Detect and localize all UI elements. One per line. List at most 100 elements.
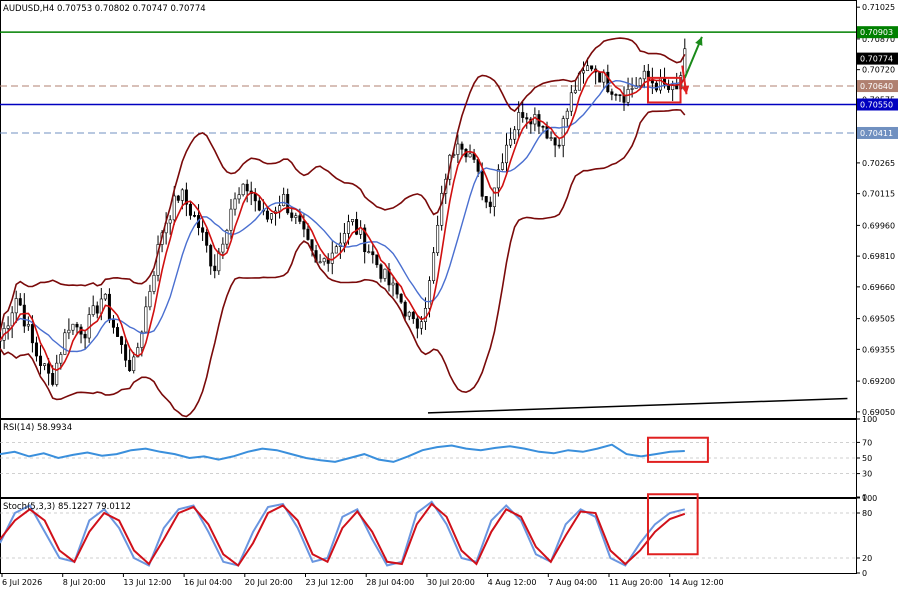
candle <box>403 301 407 317</box>
candle <box>610 91 614 95</box>
level-tag-label: 0.70903 <box>860 28 893 37</box>
candle <box>168 219 172 224</box>
x-tick-label: 23 Jul 12:00 <box>306 578 354 587</box>
level-tag-label: 0.70640 <box>860 82 893 91</box>
candle <box>614 94 618 96</box>
candle <box>269 213 273 220</box>
candle <box>630 88 634 90</box>
candle <box>573 89 577 94</box>
candle <box>290 212 294 218</box>
candle <box>221 243 225 253</box>
level-tag-label: 0.70774 <box>860 55 893 64</box>
candle <box>128 359 132 371</box>
y-tick-label: 70 <box>862 438 872 447</box>
candle <box>371 251 375 256</box>
candle <box>399 293 403 303</box>
trading-chart[interactable]: 0.710250.708700.707200.705750.704250.702… <box>0 0 900 593</box>
background <box>0 0 900 593</box>
x-tick-label: 14 Aug 12:00 <box>670 578 724 587</box>
candle <box>209 245 213 267</box>
candle <box>355 219 359 235</box>
candle <box>22 304 26 327</box>
candle <box>67 329 71 334</box>
candle <box>172 195 176 221</box>
y-tick-label: 0.70115 <box>862 190 895 199</box>
y-tick-label: 0.69660 <box>862 283 895 292</box>
candle <box>278 205 282 212</box>
candle <box>525 117 529 120</box>
y-tick-label: 20 <box>862 554 872 563</box>
candle <box>322 258 326 263</box>
candle <box>436 224 440 254</box>
candle <box>411 311 415 320</box>
candle <box>201 227 205 233</box>
candle <box>456 143 460 155</box>
candle <box>638 78 642 87</box>
candle <box>561 118 565 146</box>
indicator-title: Stoch(5,3,3) 85.1227 79.0112 <box>3 502 131 512</box>
candle <box>55 362 59 385</box>
x-tick-label: 11 Aug 20:00 <box>609 578 663 587</box>
candle <box>598 71 602 83</box>
candle <box>140 331 144 348</box>
candle <box>351 219 355 223</box>
candle <box>391 282 395 286</box>
candle <box>111 319 115 328</box>
x-tick-label: 16 Jul 04:00 <box>184 578 232 587</box>
x-tick-label: 20 Jul 20:00 <box>245 578 293 587</box>
candle <box>342 233 346 244</box>
candle <box>6 325 10 329</box>
candle <box>302 221 306 230</box>
candle <box>496 169 500 189</box>
candle <box>553 137 557 146</box>
candle <box>47 363 51 374</box>
candle <box>513 129 517 140</box>
candle <box>176 195 180 201</box>
candle <box>233 198 237 210</box>
candle <box>375 254 379 266</box>
candle <box>180 189 184 201</box>
candle <box>205 231 209 246</box>
candle <box>14 298 18 314</box>
candle <box>658 77 662 91</box>
y-tick-label: 0.69200 <box>862 377 895 386</box>
candle <box>245 183 249 192</box>
candle <box>63 332 67 355</box>
candle <box>229 208 233 231</box>
y-tick-label: 80 <box>862 509 872 518</box>
candle <box>383 268 387 279</box>
y-tick-label: 0.69355 <box>862 345 895 354</box>
candle <box>484 196 488 203</box>
candle <box>407 311 411 317</box>
level-tag-label: 0.70411 <box>860 129 893 138</box>
candle <box>468 153 472 158</box>
candle <box>419 321 423 329</box>
candle <box>533 114 537 125</box>
x-tick-label: 7 Aug 04:00 <box>548 578 597 587</box>
y-tick-label: 0.70720 <box>862 66 895 75</box>
x-tick-label: 6 Jul 2026 <box>2 578 42 587</box>
candle <box>241 183 245 196</box>
x-tick-label: 8 Jul 20:00 <box>63 578 106 587</box>
x-tick-label: 13 Jul 12:00 <box>123 578 171 587</box>
candle <box>586 65 590 71</box>
level-tag-label: 0.70550 <box>860 101 893 110</box>
candle <box>30 324 34 344</box>
candle <box>346 221 350 234</box>
chart-root: 0.710250.708700.707200.705750.704250.702… <box>0 0 900 593</box>
candle <box>428 280 432 309</box>
candle <box>415 318 419 329</box>
candle <box>10 312 14 327</box>
candle <box>306 228 310 240</box>
candle <box>294 215 298 218</box>
candle <box>569 92 573 112</box>
y-tick-label: 0.71025 <box>862 3 895 12</box>
candle <box>59 354 63 364</box>
x-tick-label: 28 Jul 04:00 <box>366 578 414 587</box>
y-tick-label: 0.69960 <box>862 221 895 230</box>
candle <box>34 342 38 357</box>
candle <box>265 210 269 220</box>
candle <box>120 336 124 345</box>
y-tick-label: 50 <box>862 454 872 463</box>
chart-header: AUDUSD,H4 0.70753 0.70802 0.70747 0.7077… <box>3 4 206 14</box>
